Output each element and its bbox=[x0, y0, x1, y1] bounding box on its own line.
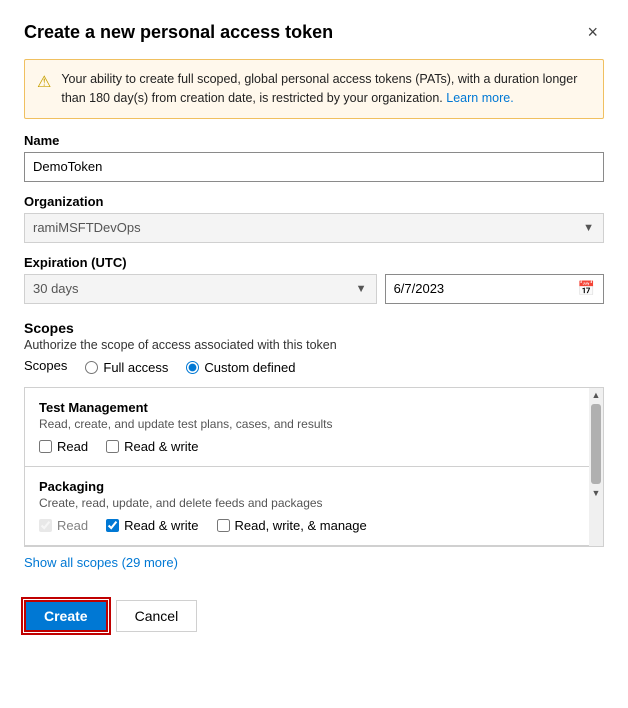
expiration-field-group: Expiration (UTC) 30 days 60 days 90 days… bbox=[24, 255, 604, 304]
show-scopes-count: (29 more) bbox=[122, 555, 178, 570]
dialog-header: Create a new personal access token × bbox=[24, 20, 604, 45]
warning-link[interactable]: Learn more. bbox=[446, 91, 513, 105]
dialog-title: Create a new personal access token bbox=[24, 22, 333, 43]
scope-item-packaging: Packaging Create, read, update, and dele… bbox=[25, 467, 603, 546]
scope-item-test-management: Test Management Read, create, and update… bbox=[25, 388, 603, 467]
date-input-wrapper: 📅 bbox=[385, 274, 604, 304]
packaging-read-label[interactable]: Read bbox=[39, 518, 88, 533]
name-label: Name bbox=[24, 133, 604, 148]
date-input[interactable] bbox=[394, 281, 570, 296]
scopes-description: Authorize the scope of access associated… bbox=[24, 338, 604, 352]
create-button[interactable]: Create bbox=[24, 600, 108, 632]
org-label: Organization bbox=[24, 194, 604, 209]
packaging-readwrite-checkbox[interactable] bbox=[106, 519, 119, 532]
test-management-read-text: Read bbox=[57, 439, 88, 454]
custom-defined-label: Custom defined bbox=[204, 360, 295, 375]
scope-checks-packaging: Read Read & write Read, write, & manage bbox=[39, 518, 589, 533]
full-access-radio-label[interactable]: Full access bbox=[85, 360, 168, 375]
packaging-read-text: Read bbox=[57, 518, 88, 533]
warning-box: ⚠ Your ability to create full scoped, gl… bbox=[24, 59, 604, 119]
expiration-row: 30 days 60 days 90 days 180 days Custom … bbox=[24, 274, 604, 304]
full-access-label: Full access bbox=[103, 360, 168, 375]
name-field-group: Name bbox=[24, 133, 604, 194]
scope-desc-test-management: Read, create, and update test plans, cas… bbox=[39, 417, 589, 431]
show-scopes-label: Show all scopes bbox=[24, 555, 118, 570]
cancel-button[interactable]: Cancel bbox=[116, 600, 198, 632]
scroll-down-icon[interactable]: ▼ bbox=[590, 486, 603, 500]
packaging-manage-label[interactable]: Read, write, & manage bbox=[217, 518, 367, 533]
show-all-scopes-link[interactable]: Show all scopes (29 more) bbox=[24, 555, 178, 570]
show-scopes-row: Show all scopes (29 more) bbox=[24, 555, 604, 586]
packaging-readwrite-label[interactable]: Read & write bbox=[106, 518, 198, 533]
org-select-wrapper: ramiMSFTDevOps ▼ bbox=[24, 213, 604, 243]
warning-icon: ⚠ bbox=[37, 71, 51, 108]
scroll-thumb[interactable] bbox=[591, 404, 601, 484]
org-select[interactable]: ramiMSFTDevOps bbox=[24, 213, 604, 243]
test-management-readwrite-checkbox[interactable] bbox=[106, 440, 119, 453]
scope-name-packaging: Packaging bbox=[39, 479, 589, 494]
scopes-radio-group: Scopes Full access Custom defined bbox=[24, 358, 604, 377]
full-access-radio[interactable] bbox=[85, 361, 98, 374]
test-management-readwrite-label[interactable]: Read & write bbox=[106, 439, 198, 454]
scope-name-test-management: Test Management bbox=[39, 400, 589, 415]
expiration-select-wrapper: 30 days 60 days 90 days 180 days Custom … bbox=[24, 274, 377, 304]
scopes-section: Scopes Authorize the scope of access ass… bbox=[24, 320, 604, 377]
scope-checks-test-management: Read Read & write bbox=[39, 439, 589, 454]
packaging-readwrite-text: Read & write bbox=[124, 518, 198, 533]
test-management-read-label[interactable]: Read bbox=[39, 439, 88, 454]
org-field-group: Organization ramiMSFTDevOps ▼ bbox=[24, 194, 604, 243]
expiration-label: Expiration (UTC) bbox=[24, 255, 604, 270]
dialog: Create a new personal access token × ⚠ Y… bbox=[0, 0, 628, 708]
scopes-label: Scopes bbox=[24, 358, 67, 373]
close-button[interactable]: × bbox=[581, 20, 604, 45]
footer-buttons: Create Cancel bbox=[24, 600, 604, 632]
test-management-read-checkbox[interactable] bbox=[39, 440, 52, 453]
scrollbar[interactable]: ▲ ▼ bbox=[589, 388, 603, 546]
name-input[interactable] bbox=[24, 152, 604, 182]
scopes-title: Scopes bbox=[24, 320, 604, 336]
warning-text: Your ability to create full scoped, glob… bbox=[61, 70, 591, 108]
scroll-up-icon[interactable]: ▲ bbox=[590, 388, 603, 402]
calendar-icon[interactable]: 📅 bbox=[578, 280, 595, 297]
scope-desc-packaging: Create, read, update, and delete feeds a… bbox=[39, 496, 589, 510]
test-management-readwrite-text: Read & write bbox=[124, 439, 198, 454]
scopes-list: Test Management Read, create, and update… bbox=[24, 387, 604, 547]
custom-defined-radio[interactable] bbox=[186, 361, 199, 374]
packaging-manage-checkbox[interactable] bbox=[217, 519, 230, 532]
custom-defined-radio-label[interactable]: Custom defined bbox=[186, 360, 295, 375]
expiration-select[interactable]: 30 days 60 days 90 days 180 days Custom bbox=[24, 274, 377, 304]
packaging-manage-text: Read, write, & manage bbox=[235, 518, 367, 533]
packaging-read-checkbox[interactable] bbox=[39, 519, 52, 532]
